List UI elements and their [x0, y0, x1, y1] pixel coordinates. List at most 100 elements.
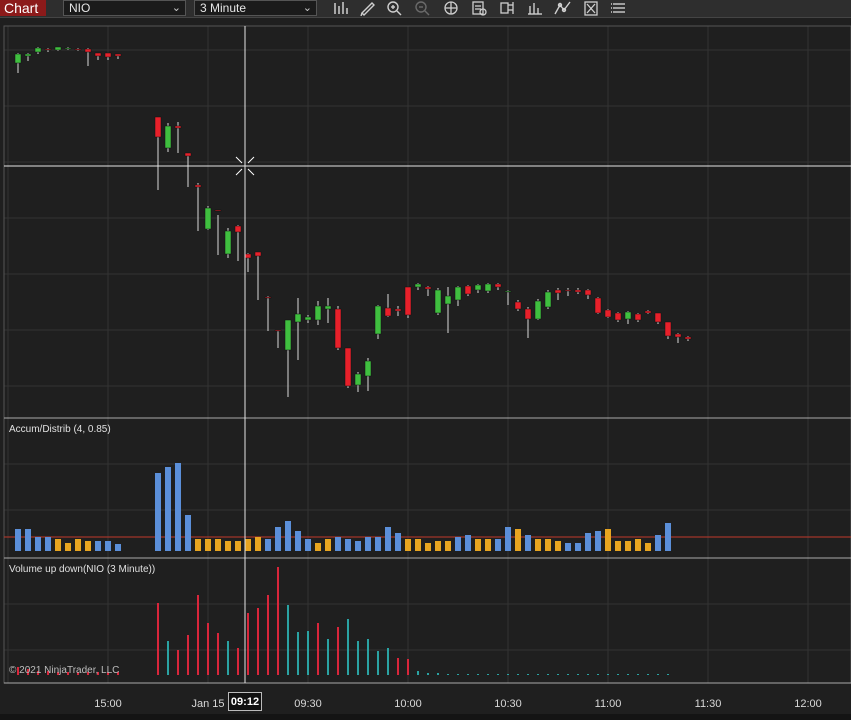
accum-bar	[95, 541, 101, 551]
volume-bar	[547, 674, 549, 675]
crosshair	[4, 26, 851, 683]
volume-bar	[327, 639, 329, 675]
candle-body	[114, 53, 122, 57]
accum-bar	[295, 531, 301, 551]
candle-body	[574, 289, 582, 293]
candle-body	[644, 310, 652, 314]
menu-icon[interactable]	[609, 0, 629, 16]
instrument-value: NIO	[69, 1, 91, 15]
bar-type-icon[interactable]	[330, 0, 350, 16]
volume-bar	[207, 623, 209, 675]
candle-body	[274, 329, 282, 332]
panel-borders	[3, 25, 851, 684]
accum-bar	[515, 529, 521, 551]
candle-body	[244, 253, 252, 259]
candle-body	[404, 286, 412, 316]
zoom-out-icon[interactable]	[413, 0, 433, 16]
accum-bar	[345, 539, 351, 551]
crosshair-grid-icon[interactable]	[441, 0, 461, 16]
cursor-time-label: 09:12	[228, 692, 262, 711]
volume-bar	[217, 633, 219, 675]
properties-icon[interactable]	[469, 0, 489, 16]
chevron-down-icon: ⌄	[171, 2, 181, 14]
volume-bar	[237, 648, 239, 675]
candle-body	[434, 289, 442, 314]
indicators-icon[interactable]	[525, 0, 545, 16]
volume-bar	[577, 674, 579, 675]
accum-bar	[525, 535, 531, 551]
candle-body	[254, 251, 262, 257]
accum-bar	[185, 515, 191, 551]
candle-body	[544, 291, 552, 308]
volume-bar	[437, 673, 439, 675]
volume-bar	[517, 674, 519, 675]
candle-body	[194, 184, 202, 188]
accum-bar	[335, 537, 341, 551]
accum-bar	[585, 533, 591, 551]
chart-canvas[interactable]	[0, 18, 851, 720]
candle-body	[214, 209, 222, 212]
accum-bar	[445, 541, 451, 551]
volume-bar	[417, 671, 419, 675]
accum-bar	[215, 539, 221, 551]
candle-body	[344, 347, 352, 387]
accum-bar	[355, 541, 361, 551]
volume-bar	[377, 651, 379, 675]
accum-bar	[395, 533, 401, 551]
candle-body	[654, 312, 662, 323]
accum-bar	[55, 539, 61, 551]
volume-bar	[167, 641, 169, 675]
accum-bar	[255, 537, 261, 551]
zoom-in-icon[interactable]	[385, 0, 405, 16]
accum-bar	[35, 537, 41, 551]
candle-body	[204, 207, 212, 230]
accum-bar	[65, 543, 71, 551]
accum-bar	[165, 467, 171, 551]
candle-body	[334, 308, 342, 349]
accum-bar	[155, 473, 161, 551]
accum-bar	[45, 537, 51, 551]
accum-bar	[85, 541, 91, 551]
interval-value: 3 Minute	[200, 1, 247, 15]
candle-body	[364, 360, 372, 377]
chart-frame	[3, 25, 851, 684]
accum-bar	[115, 544, 121, 551]
interval-selector[interactable]: 3 Minute ⌄	[194, 0, 317, 16]
copyright-text: © 2021 NinjaTrader, LLC	[9, 665, 120, 676]
volume-bar	[567, 674, 569, 675]
volume-bar	[487, 674, 489, 675]
chart-tab[interactable]: Chart	[0, 0, 46, 16]
accum-bar	[265, 539, 271, 551]
close-chart-icon[interactable]	[581, 0, 601, 16]
candle-body	[534, 300, 542, 320]
draw-pencil-icon[interactable]	[358, 0, 378, 16]
volume-bar	[397, 658, 399, 675]
accum-bar	[405, 539, 411, 551]
accum-bar	[375, 537, 381, 551]
candle-body	[444, 295, 452, 305]
data-box-icon[interactable]	[497, 0, 517, 16]
accum-bar	[495, 539, 501, 551]
accum-bar	[595, 531, 601, 551]
volume-bar	[307, 631, 309, 675]
accum-bar	[475, 539, 481, 551]
accum-bar	[485, 539, 491, 551]
strategies-icon[interactable]	[553, 0, 573, 16]
chevron-down-icon: ⌄	[302, 2, 312, 14]
accum-bar	[15, 529, 21, 551]
accum-distrib-bars	[15, 463, 671, 551]
candle-body	[424, 286, 432, 290]
accum-bar	[285, 521, 291, 551]
volume-bar	[637, 674, 639, 675]
chart-toolbar: Chart NIO ⌄ 3 Minute ⌄	[0, 0, 851, 18]
x-tick-1100: 11:00	[594, 698, 622, 710]
instrument-selector[interactable]: NIO ⌄	[63, 0, 186, 16]
candle-body	[284, 319, 292, 351]
candle-body	[74, 48, 82, 51]
candle-body	[154, 116, 162, 138]
accum-bar	[535, 539, 541, 551]
volume-bar	[367, 639, 369, 675]
accum-bar	[415, 539, 421, 551]
volume-bar	[337, 627, 339, 675]
x-tick-0930: 09:30	[294, 698, 322, 710]
